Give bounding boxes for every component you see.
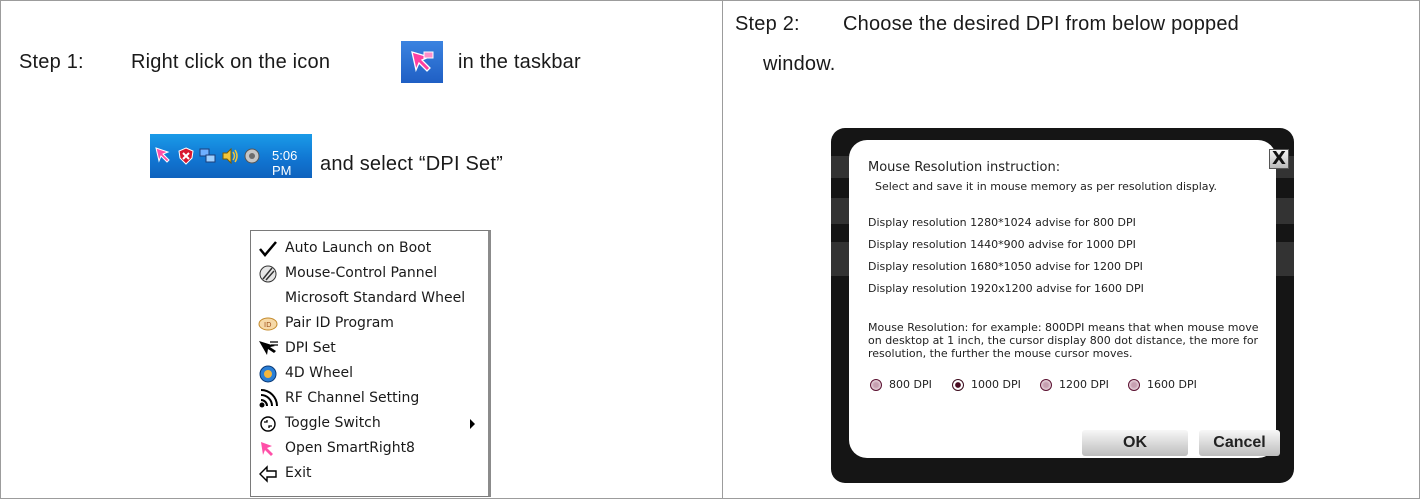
menu-item-label: Mouse-Control Pannel <box>285 265 438 281</box>
menu-item-toggle-switch[interactable]: Toggle Switch <box>251 411 487 436</box>
menu-item-label: Pair ID Program <box>285 315 394 331</box>
mouse-control-icon <box>259 265 277 283</box>
dpi-1000-radio[interactable] <box>952 379 964 391</box>
step2-label: Step 2: <box>735 13 800 35</box>
dpi-800-label: 800 DPI <box>889 378 932 391</box>
wheel-icon <box>259 365 277 383</box>
explanation-line: on desktop at 1 inch, the cursor display… <box>868 334 1259 347</box>
cancel-button[interactable]: Cancel <box>1199 430 1280 456</box>
smartright-icon <box>261 442 273 456</box>
pair-id-icon: ID <box>258 317 278 331</box>
tray-context-menu: Auto Launch on Boot Mouse-Control Pannel… <box>250 230 491 497</box>
mouse-resolution-dialog: Mouse Resolution instruction: Select and… <box>831 128 1294 483</box>
step1-label: Step 1: <box>19 51 84 73</box>
exit-icon <box>259 465 277 483</box>
explanation-line: resolution, the further the mouse cursor… <box>868 347 1133 360</box>
resolution-line: Display resolution 1680*1050 advise for … <box>868 260 1143 273</box>
menu-item-rf-channel[interactable]: RF Channel Setting <box>251 386 487 411</box>
step1-instruction: Step 1: Right click on the icon <box>19 51 330 74</box>
dpi-1600-label: 1600 DPI <box>1147 378 1197 391</box>
checkmark-icon <box>259 241 277 257</box>
menu-item-label: Open SmartRight8 <box>285 440 415 456</box>
menu-item-exit[interactable]: Exit <box>251 461 487 486</box>
dpi-1200-label: 1200 DPI <box>1059 378 1109 391</box>
menu-item-label: Auto Launch on Boot <box>285 240 432 256</box>
step1-panel: Step 1: Right click on the icon in the ta… <box>0 0 723 499</box>
speaker-icon[interactable] <box>242 146 262 166</box>
resolution-line: Display resolution 1440*900 advise for 1… <box>868 238 1136 251</box>
dpi-cursor-icon <box>259 341 278 355</box>
resolution-line: Display resolution 1920x1200 advise for … <box>868 282 1144 295</box>
menu-item-microsoft-wheel[interactable]: Microsoft Standard Wheel <box>251 286 487 311</box>
menu-item-label: Microsoft Standard Wheel <box>285 290 466 306</box>
svg-text:ID: ID <box>264 321 271 329</box>
menu-item-label: 4D Wheel <box>285 365 353 381</box>
menu-item-4d-wheel[interactable]: 4D Wheel <box>251 361 487 386</box>
menu-item-auto-launch[interactable]: Auto Launch on Boot <box>251 236 487 261</box>
step1-select-text: and select “DPI Set” <box>320 153 503 175</box>
volume-icon[interactable] <box>220 146 240 166</box>
submenu-arrow-icon <box>470 419 475 429</box>
ok-button[interactable]: OK <box>1082 430 1188 456</box>
step1-text-after: in the taskbar <box>458 51 581 73</box>
dpi-1200-radio[interactable] <box>1040 379 1052 391</box>
explanation-line: Mouse Resolution: for example: 800DPI me… <box>868 321 1259 334</box>
menu-item-label: Toggle Switch <box>285 415 381 431</box>
menu-item-label: RF Channel Setting <box>285 390 420 406</box>
dialog-subtitle: Select and save it in mouse memory as pe… <box>875 180 1217 193</box>
dialog-close-button[interactable]: X <box>1269 149 1289 169</box>
dpi-1000-label: 1000 DPI <box>971 378 1021 391</box>
step2-text-line2: window. <box>763 53 836 75</box>
resolution-line: Display resolution 1280*1024 advise for … <box>868 216 1136 229</box>
menu-item-label: Exit <box>285 465 312 481</box>
menu-item-open-smartright[interactable]: Open SmartRight8 <box>251 436 487 461</box>
menu-item-label: DPI Set <box>285 340 336 356</box>
dpi-1600-radio[interactable] <box>1128 379 1140 391</box>
step2-text: Choose the desired DPI from below popped <box>843 13 1240 35</box>
smartright-icon[interactable] <box>154 146 174 166</box>
shield-icon[interactable] <box>176 146 196 166</box>
smartright-tray-icon[interactable] <box>401 41 443 83</box>
dialog-title: Mouse Resolution instruction: <box>868 160 1061 175</box>
step2-instruction: Step 2: Choose the desired DPI from below… <box>735 13 1239 36</box>
step1-text: Right click on the icon <box>131 51 331 73</box>
dialog-body: Mouse Resolution instruction: Select and… <box>849 140 1276 458</box>
menu-item-dpi-set[interactable]: DPI Set <box>251 336 487 361</box>
rf-signal-icon <box>259 389 278 408</box>
taskbar-clock[interactable]: 5:06 PM <box>272 148 312 178</box>
menu-item-pair-id[interactable]: ID Pair ID Program <box>251 311 487 336</box>
toggle-icon <box>260 416 276 432</box>
dpi-800-radio[interactable] <box>870 379 882 391</box>
network-icon[interactable] <box>198 146 218 166</box>
menu-item-mouse-control[interactable]: Mouse-Control Pannel <box>251 261 487 286</box>
taskbar-tray: 5:06 PM <box>150 134 312 178</box>
